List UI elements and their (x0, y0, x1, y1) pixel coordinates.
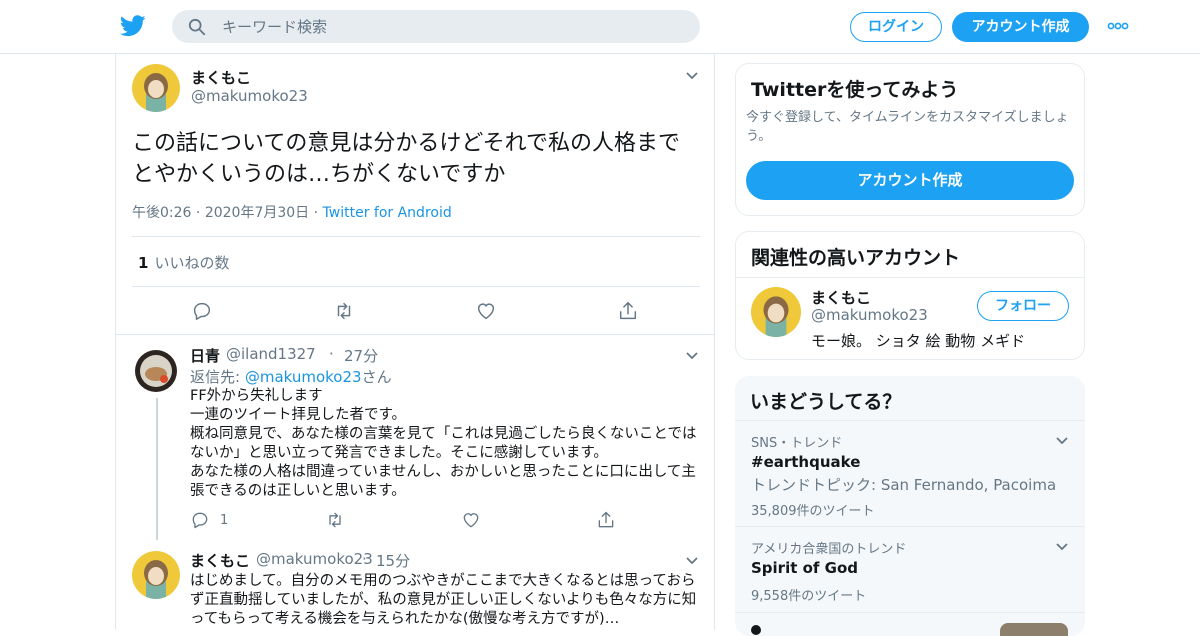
avatar-illustration (132, 551, 180, 599)
reply-count: 1 (220, 513, 229, 528)
like-heart-icon[interactable] (461, 510, 481, 530)
login-button[interactable]: ログイン (850, 12, 942, 42)
meta-separator: · (329, 345, 334, 363)
trend-item-partial[interactable] (735, 612, 1085, 636)
reply-to-prefix: 返信先: (190, 368, 245, 386)
trend-description: トレンドトピック: San Fernando, Pacoima (751, 476, 1057, 494)
related-card-title: 関連性の高いアカウント (751, 247, 961, 269)
share-icon[interactable] (596, 510, 616, 530)
chevron-down-icon[interactable] (1055, 542, 1069, 552)
avatar-illustration (135, 350, 177, 392)
related-avatar[interactable] (751, 287, 801, 337)
reply-text: はじめまして。自分のメモ用のつぶやきがここまで大きくなるとは思っておらず正直動揺… (190, 573, 697, 627)
signup-card-title: Twitterを使ってみよう (751, 79, 959, 101)
trend-category: SNS・トレンド (751, 436, 843, 451)
search-box[interactable] (172, 10, 700, 43)
trend-category: アメリカ合衆国のトレンド (751, 542, 907, 557)
chevron-down-icon[interactable] (685, 71, 699, 81)
meta-separator: · (309, 205, 323, 221)
likes-label: いいねの数 (154, 254, 230, 272)
main-column: まくもこ @makumoko23 この話についての意見は分かるけどそれで私の人格… (115, 54, 715, 630)
related-name[interactable]: まくもこ (811, 287, 871, 308)
meta-separator: · (191, 205, 205, 221)
divider (736, 277, 1084, 278)
chevron-down-icon[interactable] (685, 556, 699, 566)
like-heart-icon[interactable] (475, 300, 497, 322)
retweet-icon[interactable] (333, 300, 355, 322)
reply-age[interactable]: 15分 (376, 550, 410, 571)
reply-to-mention[interactable]: @makumoko23 (245, 368, 362, 386)
more-options-icon[interactable] (1107, 22, 1129, 30)
thread-line (156, 398, 158, 540)
trend-tweet-count: 35,809件のツイート (751, 504, 875, 519)
signup-card-subtitle: 今すぐ登録して、タイムラインをカスタマイズしましょう。 (746, 110, 1069, 144)
reply-text: FF外から失礼します 一連のツイート拝見した者です。 概ね同意見で、あなた様の言… (190, 388, 697, 499)
reply-icon[interactable] (191, 300, 213, 322)
author-name[interactable]: まくもこ (191, 67, 251, 88)
tweet-date[interactable]: 2020年7月30日 (205, 205, 309, 221)
reply-avatar[interactable] (135, 350, 177, 392)
divider (132, 236, 700, 237)
chevron-down-icon[interactable] (685, 351, 699, 361)
trend-item[interactable]: アメリカ合衆国のトレンド Spirit of God 9,558件のツイート (735, 526, 1085, 612)
reply-age[interactable]: 27分 (344, 345, 378, 366)
trend-item[interactable]: SNS・トレンド #earthquake トレンドトピック: San Ferna… (735, 420, 1085, 526)
likes-count: 1 (138, 254, 149, 272)
reply-icon[interactable] (190, 510, 210, 530)
meta-separator: · (362, 550, 367, 568)
reply-avatar[interactable] (132, 551, 180, 599)
separator (116, 334, 714, 335)
reply-author-handle[interactable]: @iland1327 (226, 345, 316, 363)
retweet-icon[interactable] (325, 510, 345, 530)
tweet-meta: 午後0:26 · 2020年7月30日 · Twitter for Androi… (132, 202, 452, 222)
trends-card: いまどうしてる？ SNS・トレンド #earthquake トレンドトピック: … (735, 376, 1085, 636)
reply-to-line: 返信先: @makumoko23さん (190, 366, 392, 387)
signup-button[interactable]: アカウント作成 (952, 12, 1089, 42)
reply-author-name[interactable]: まくもこ (190, 550, 250, 571)
trend-bullet-icon (751, 625, 761, 635)
search-input[interactable] (222, 10, 682, 43)
trend-name: Spirit of God (751, 559, 859, 577)
chevron-down-icon[interactable] (1055, 436, 1069, 446)
signup-card: Twitterを使ってみよう 今すぐ登録して、タイムラインをカスタマイズしましょ… (735, 63, 1085, 216)
tweet-time[interactable]: 午後0:26 (132, 205, 191, 221)
related-bio: モー娘。 ショタ 絵 動物 メギド (811, 332, 1026, 350)
author-handle[interactable]: @makumoko23 (191, 87, 308, 105)
reply-to-suffix: さん (361, 368, 392, 386)
tweet-text: この話についての意見は分かるけどそれで私の人格までとやかくいうのは…ちがくないで… (132, 131, 681, 187)
signup-card-button[interactable]: アカウント作成 (746, 161, 1074, 200)
related-accounts-card: 関連性の高いアカウント まくもこ @makumoko23 フォロー モー娘。 シ… (735, 231, 1085, 360)
top-bar: ログイン アカウント作成 (0, 0, 1200, 54)
follow-button[interactable]: フォロー (977, 291, 1069, 321)
trends-title: いまどうしてる？ (750, 391, 902, 413)
likes-stat[interactable]: 1 いいねの数 (138, 252, 229, 273)
author-avatar[interactable] (132, 64, 180, 112)
divider (132, 286, 700, 287)
tweet-source[interactable]: Twitter for Android (323, 205, 452, 221)
reply-author-name[interactable]: 日青 (190, 345, 220, 366)
search-icon (188, 18, 206, 36)
trend-tweet-count: 9,558件のツイート (751, 589, 867, 604)
reply-author-handle[interactable]: @makumoko23 (256, 550, 373, 568)
avatar-illustration (751, 287, 801, 337)
related-handle[interactable]: @makumoko23 (811, 306, 928, 324)
share-icon[interactable] (617, 300, 639, 322)
avatar-illustration (132, 64, 180, 112)
twitter-logo-icon[interactable] (120, 14, 146, 38)
trend-name: #earthquake (751, 453, 861, 471)
